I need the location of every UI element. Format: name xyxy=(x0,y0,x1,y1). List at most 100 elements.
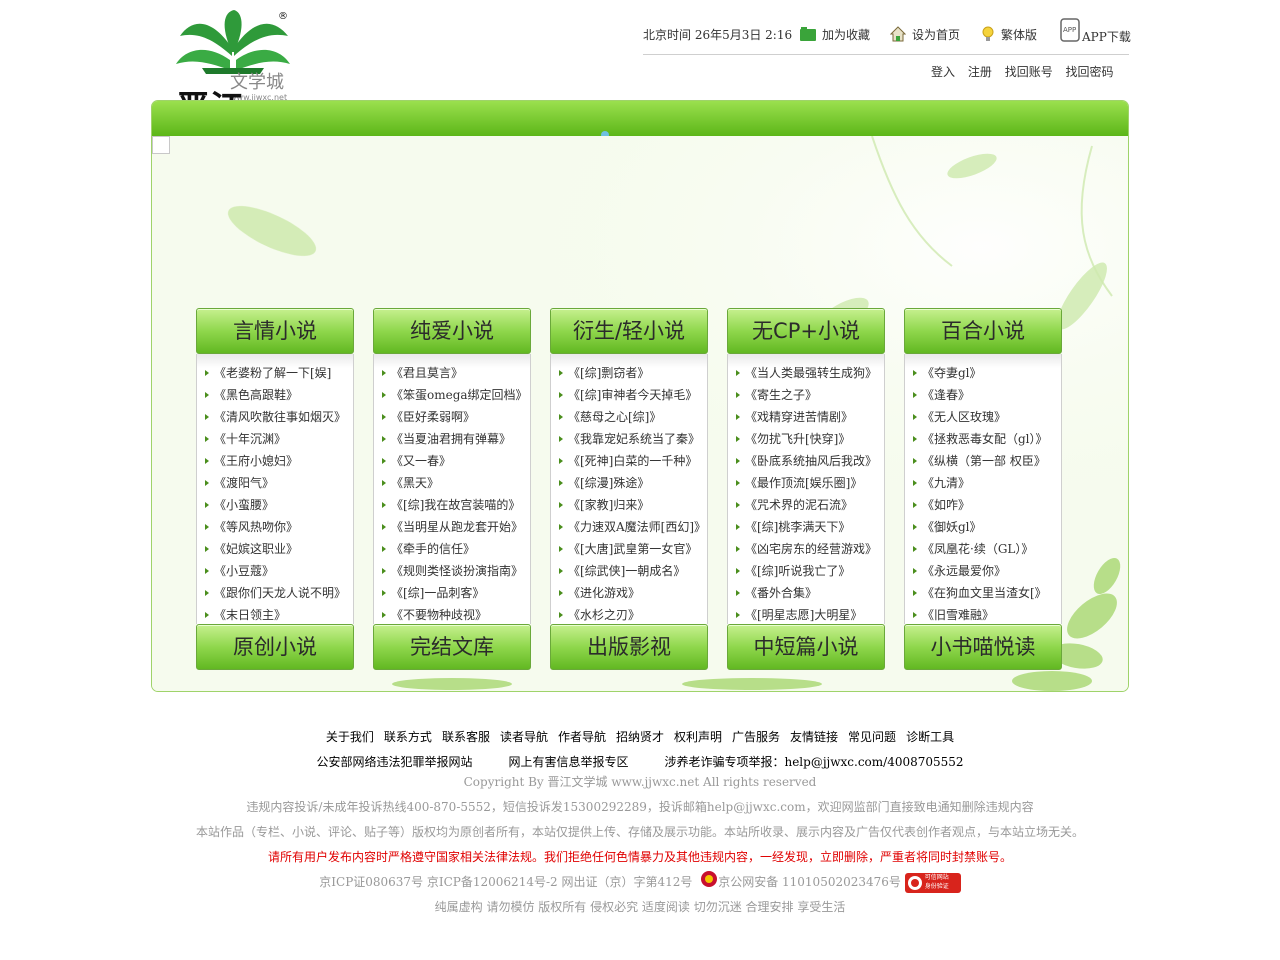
trusted-site-badge[interactable]: 可信网站 身份验证 xyxy=(904,872,961,893)
novel-link[interactable]: 《凶宅房东的经营游戏》 xyxy=(728,538,884,560)
novel-link[interactable]: 《王府小媳妇》 xyxy=(197,450,353,472)
footer-link-reader-nav[interactable]: 读者导航 xyxy=(500,730,548,744)
footer-link-contact[interactable]: 联系方式 xyxy=(384,730,432,744)
category-header-button[interactable]: 纯爱小说 xyxy=(373,308,531,354)
novel-link[interactable]: 《不要物种歧视》 xyxy=(374,604,530,626)
novel-link[interactable]: 《寄生之子》 xyxy=(728,384,884,406)
novel-link[interactable]: 《逢春》 xyxy=(905,384,1061,406)
bottom-category-button[interactable]: 小书喵悦读 xyxy=(904,624,1062,670)
novel-link[interactable]: 《[综]桃李满天下》 xyxy=(728,516,884,538)
novel-link[interactable]: 《笨蛋omega绑定回档》 xyxy=(374,384,530,406)
recover-account-link[interactable]: 找回账号 xyxy=(1005,65,1053,79)
footer-link-rights[interactable]: 权利声明 xyxy=(674,730,722,744)
category-header-button[interactable]: 衍生/轻小说 xyxy=(550,308,708,354)
novel-link[interactable]: 《咒术界的泥石流》 xyxy=(728,494,884,516)
add-favorite-link[interactable]: 加为收藏 xyxy=(800,26,870,44)
bottom-category-button[interactable]: 中短篇小说 xyxy=(727,624,885,670)
novel-link[interactable]: 《如咋》 xyxy=(905,494,1061,516)
novel-link[interactable]: 《[大唐]武皇第一女官》 xyxy=(551,538,707,560)
bullet-arrow-icon xyxy=(913,436,917,442)
recover-password-link[interactable]: 找回密码 xyxy=(1066,65,1114,79)
bottom-category-button[interactable]: 完结文库 xyxy=(373,624,531,670)
novel-link[interactable]: 《力速双A魔法师[西幻]》 xyxy=(551,516,707,538)
footer-link-service[interactable]: 联系客服 xyxy=(442,730,490,744)
footer-link-jobs[interactable]: 招纳贤才 xyxy=(616,730,664,744)
novel-link[interactable]: 《勿扰飞升[快穿]》 xyxy=(728,428,884,450)
novel-link[interactable]: 《老婆粉了解一下[娱] xyxy=(197,362,353,384)
set-homepage-link[interactable]: 设为首页 xyxy=(889,26,960,45)
novel-link[interactable]: 《戏精穿进苦情剧》 xyxy=(728,406,884,428)
novel-link[interactable]: 《当人类最强转生成狗》 xyxy=(728,362,884,384)
bottom-category-button[interactable]: 原创小说 xyxy=(196,624,354,670)
novel-link[interactable]: 《[综]一品刺客》 xyxy=(374,582,530,604)
footer-link-author-nav[interactable]: 作者导航 xyxy=(558,730,606,744)
novel-link[interactable]: 《[死神]白菜的一千种》 xyxy=(551,450,707,472)
bullet-arrow-icon xyxy=(559,546,563,552)
novel-link[interactable]: 《[综漫]殊途》 xyxy=(551,472,707,494)
bullet-arrow-icon xyxy=(205,414,209,420)
novel-link[interactable]: 《水杉之刃》 xyxy=(551,604,707,626)
novel-link[interactable]: 《我靠宠妃系统当了秦》 xyxy=(551,428,707,450)
novel-link[interactable]: 《永远最爱你》 xyxy=(905,560,1061,582)
novel-link[interactable]: 《小蛮腰》 xyxy=(197,494,353,516)
report-link-police[interactable]: 公安部网络违法犯罪举报网站 xyxy=(316,755,472,769)
footer-link-diagnose[interactable]: 诊断工具 xyxy=(906,730,954,744)
novel-link[interactable]: 《御妖gl》 xyxy=(905,516,1061,538)
novel-link[interactable]: 《拯救恶毒女配（gl）》 xyxy=(905,428,1061,450)
novel-link[interactable]: 《卧底系统抽风后我改》 xyxy=(728,450,884,472)
novel-link[interactable]: 《当夏油君拥有弹幕》 xyxy=(374,428,530,450)
novel-link[interactable]: 《等风热吻你》 xyxy=(197,516,353,538)
novel-link[interactable]: 《末日领主》 xyxy=(197,604,353,626)
novel-link[interactable]: 《九清》 xyxy=(905,472,1061,494)
category-header-button[interactable]: 百合小说 xyxy=(904,308,1062,354)
novel-link[interactable]: 《无人区玫瑰》 xyxy=(905,406,1061,428)
bullet-arrow-icon xyxy=(736,546,740,552)
novel-link[interactable]: 《黑色高跟鞋》 xyxy=(197,384,353,406)
novel-link[interactable]: 《[综]我在故宫装喵的》 xyxy=(374,494,530,516)
novel-link[interactable]: 《[综武侠]一朝成名》 xyxy=(551,560,707,582)
novel-link[interactable]: 《[综]剽窃者》 xyxy=(551,362,707,384)
novel-link[interactable]: 《又一春》 xyxy=(374,450,530,472)
police-record-text[interactable]: 京公网安备 11010502023476号 xyxy=(718,875,901,889)
novel-link[interactable]: 《君且莫言》 xyxy=(374,362,530,384)
novel-link[interactable]: 《最作顶流[娱乐圈]》 xyxy=(728,472,884,494)
novel-link[interactable]: 《清风吹散往事如烟灭》 xyxy=(197,406,353,428)
bottom-category-button[interactable]: 出版影视 xyxy=(550,624,708,670)
bullet-arrow-icon xyxy=(205,458,209,464)
novel-link[interactable]: 《当明星从跑龙套开始》 xyxy=(374,516,530,538)
app-download-link[interactable]: APP APP下载 xyxy=(1060,18,1131,45)
novel-link[interactable]: 《[明星志愿]大明星》 xyxy=(728,604,884,626)
novel-link[interactable]: 《渡阳气》 xyxy=(197,472,353,494)
novel-link[interactable]: 《[综]审神者今天掉毛》 xyxy=(551,384,707,406)
novel-link[interactable]: 《[综]听说我亡了》 xyxy=(728,560,884,582)
traditional-chinese-link[interactable]: 繁体版 xyxy=(981,26,1037,45)
category-header-button[interactable]: 无CP+小说 xyxy=(727,308,885,354)
novel-link[interactable]: 《妃嫔这职业》 xyxy=(197,538,353,560)
folder-icon xyxy=(800,27,816,44)
novel-link[interactable]: 《慈母之心[综]》 xyxy=(551,406,707,428)
novel-link[interactable]: 《凤凰花·续（GL）》 xyxy=(905,538,1061,560)
novel-link[interactable]: 《在狗血文里当渣女[》 xyxy=(905,582,1061,604)
novel-link[interactable]: 《番外合集》 xyxy=(728,582,884,604)
footer-link-about[interactable]: 关于我们 xyxy=(326,730,374,744)
register-link[interactable]: 注册 xyxy=(968,65,992,79)
novel-link[interactable]: 《跟你们天龙人说不明》 xyxy=(197,582,353,604)
category-header-button[interactable]: 言情小说 xyxy=(196,308,354,354)
novel-link[interactable]: 《纵横（第一部 权臣》 xyxy=(905,450,1061,472)
footer-link-friends[interactable]: 友情链接 xyxy=(790,730,838,744)
footer-link-faq[interactable]: 常见问题 xyxy=(848,730,896,744)
novel-link[interactable]: 《小豆蔻》 xyxy=(197,560,353,582)
novel-link[interactable]: 《旧雪难融》 xyxy=(905,604,1061,626)
novel-link[interactable]: 《规则类怪谈扮演指南》 xyxy=(374,560,530,582)
footer-link-ads[interactable]: 广告服务 xyxy=(732,730,780,744)
novel-link[interactable]: 《[家教]归来》 xyxy=(551,494,707,516)
login-link[interactable]: 登入 xyxy=(931,65,955,79)
novel-link[interactable]: 《牵手的信任》 xyxy=(374,538,530,560)
novel-link[interactable]: 《十年沉渊》 xyxy=(197,428,353,450)
novel-link[interactable]: 《进化游戏》 xyxy=(551,582,707,604)
novel-link[interactable]: 《黑天》 xyxy=(374,472,530,494)
novel-link[interactable]: 《臣好柔弱啊》 xyxy=(374,406,530,428)
report-link-elderly-fraud[interactable]: 涉养老诈骗专项举报：help@jjwxc.com/4008705552 xyxy=(664,755,963,769)
report-link-harmful[interactable]: 网上有害信息举报专区 xyxy=(508,755,628,769)
novel-link[interactable]: 《夺妻gl》 xyxy=(905,362,1061,384)
